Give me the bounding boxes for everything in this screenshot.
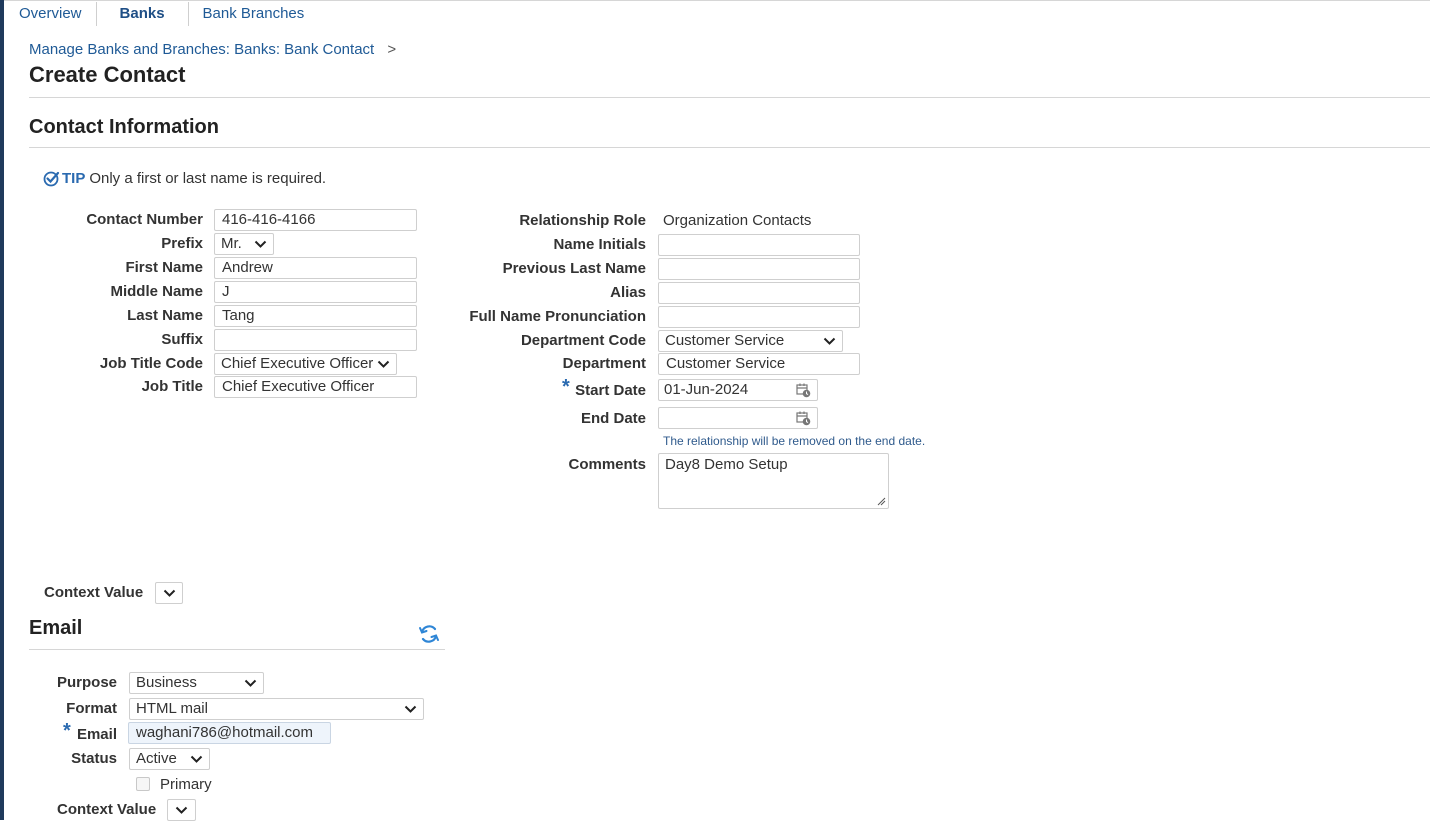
page-title: Create Contact bbox=[29, 62, 186, 87]
contact-information-header: Contact Information bbox=[29, 116, 219, 138]
breadcrumb-separator: > bbox=[387, 41, 397, 58]
job-title-code-value: Chief Executive Officer bbox=[221, 355, 374, 372]
email-input[interactable]: waghani786@hotmail.com bbox=[128, 722, 331, 744]
chevron-down-icon bbox=[254, 240, 267, 248]
context-value-label: Context Value bbox=[44, 584, 144, 601]
tip-check-icon bbox=[43, 171, 60, 187]
name-initials-label: Name Initials bbox=[553, 236, 646, 253]
left-accent-bar bbox=[0, 0, 4, 820]
start-date-input[interactable]: 01-Jun-2024 bbox=[658, 379, 818, 401]
job-title-input[interactable]: Chief Executive Officer bbox=[214, 376, 417, 398]
full-name-pronunciation-label: Full Name Pronunciation bbox=[469, 308, 646, 325]
department-input[interactable]: Customer Service bbox=[658, 353, 860, 375]
full-name-pronunciation-input[interactable] bbox=[658, 306, 860, 328]
tip-message: TIP Only a first or last name is require… bbox=[43, 170, 326, 187]
job-title-label: Job Title bbox=[141, 378, 203, 395]
end-date-input[interactable] bbox=[658, 407, 818, 429]
tab-overview[interactable]: Overview bbox=[4, 2, 96, 26]
required-indicator: * bbox=[562, 376, 570, 398]
start-date-value: 01-Jun-2024 bbox=[664, 381, 749, 398]
status-select[interactable]: Active bbox=[129, 748, 210, 770]
chevron-down-icon bbox=[244, 679, 257, 687]
alias-input[interactable] bbox=[658, 282, 860, 304]
prefix-label: Prefix bbox=[161, 235, 203, 252]
email-context-value-select[interactable] bbox=[167, 799, 196, 821]
calendar-icon[interactable] bbox=[796, 411, 811, 426]
department-code-select[interactable]: Customer Service bbox=[658, 330, 843, 352]
email-context-value-label: Context Value bbox=[57, 801, 157, 818]
middle-name-input[interactable]: J bbox=[214, 281, 417, 303]
status-value: Active bbox=[136, 750, 177, 767]
relationship-role-label: Relationship Role bbox=[519, 212, 646, 229]
comments-label: Comments bbox=[568, 456, 646, 473]
context-value-select[interactable] bbox=[155, 582, 183, 604]
contact-number-label: Contact Number bbox=[86, 211, 203, 228]
resize-grip-icon[interactable] bbox=[876, 496, 886, 506]
previous-last-name-input[interactable] bbox=[658, 258, 860, 280]
comments-value: Day8 Demo Setup bbox=[665, 456, 788, 473]
tab-bank-branches[interactable]: Bank Branches bbox=[189, 2, 319, 26]
section-divider bbox=[29, 147, 1430, 148]
department-code-label: Department Code bbox=[520, 332, 646, 349]
primary-checkbox[interactable] bbox=[136, 777, 150, 791]
last-name-label: Last Name bbox=[127, 307, 203, 324]
status-label: Status bbox=[71, 750, 117, 767]
start-date-label: Start Date bbox=[575, 382, 646, 399]
email-label: Email bbox=[76, 726, 117, 743]
prefix-select[interactable]: Mr. bbox=[214, 233, 274, 255]
chevron-down-icon bbox=[404, 705, 417, 713]
purpose-label: Purpose bbox=[56, 674, 117, 691]
required-indicator: * bbox=[63, 720, 71, 742]
name-initials-input[interactable] bbox=[658, 234, 860, 256]
email-divider bbox=[29, 649, 445, 650]
contact-number-input[interactable]: 416-416-4166 bbox=[214, 209, 417, 231]
suffix-label: Suffix bbox=[161, 331, 203, 348]
comments-textarea[interactable]: Day8 Demo Setup bbox=[658, 453, 889, 509]
tip-label: TIP bbox=[62, 170, 86, 187]
refresh-icon[interactable] bbox=[418, 623, 440, 645]
first-name-label: First Name bbox=[125, 259, 203, 276]
department-label: Department bbox=[562, 355, 646, 372]
tab-banks[interactable]: Banks bbox=[97, 2, 188, 26]
last-name-input[interactable]: Tang bbox=[214, 305, 417, 327]
title-divider bbox=[29, 97, 1430, 98]
chevron-down-icon bbox=[823, 337, 836, 345]
format-value: HTML mail bbox=[136, 700, 208, 717]
first-name-input[interactable]: Andrew bbox=[214, 257, 417, 279]
relationship-role-value: Organization Contacts bbox=[663, 212, 812, 229]
chevron-down-icon bbox=[163, 589, 176, 597]
end-date-label: End Date bbox=[580, 410, 646, 427]
tab-bar: Overview Banks Bank Branches bbox=[4, 1, 318, 27]
primary-label: Primary bbox=[160, 776, 212, 793]
alias-label: Alias bbox=[610, 284, 646, 301]
previous-last-name-label: Previous Last Name bbox=[502, 260, 646, 277]
breadcrumb: Manage Banks and Branches: Banks: Bank C… bbox=[29, 41, 396, 58]
suffix-input[interactable] bbox=[214, 329, 417, 351]
format-label: Format bbox=[66, 700, 117, 717]
prefix-select-value: Mr. bbox=[221, 235, 242, 252]
job-title-code-label: Job Title Code bbox=[99, 355, 203, 372]
chevron-down-icon bbox=[377, 360, 390, 368]
middle-name-label: Middle Name bbox=[110, 283, 203, 300]
format-select[interactable]: HTML mail bbox=[129, 698, 424, 720]
purpose-value: Business bbox=[136, 674, 197, 691]
department-code-value: Customer Service bbox=[665, 332, 785, 349]
end-date-note: The relationship will be removed on the … bbox=[663, 434, 926, 448]
chevron-down-icon bbox=[190, 755, 203, 763]
calendar-icon[interactable] bbox=[796, 383, 811, 398]
chevron-down-icon bbox=[175, 806, 188, 814]
job-title-code-select[interactable]: Chief Executive Officer bbox=[214, 353, 397, 375]
tip-text: Only a first or last name is required. bbox=[89, 170, 327, 187]
purpose-select[interactable]: Business bbox=[129, 672, 264, 694]
email-section-header: Email bbox=[29, 617, 83, 639]
breadcrumb-link[interactable]: Manage Banks and Branches: Banks: Bank C… bbox=[29, 41, 374, 58]
